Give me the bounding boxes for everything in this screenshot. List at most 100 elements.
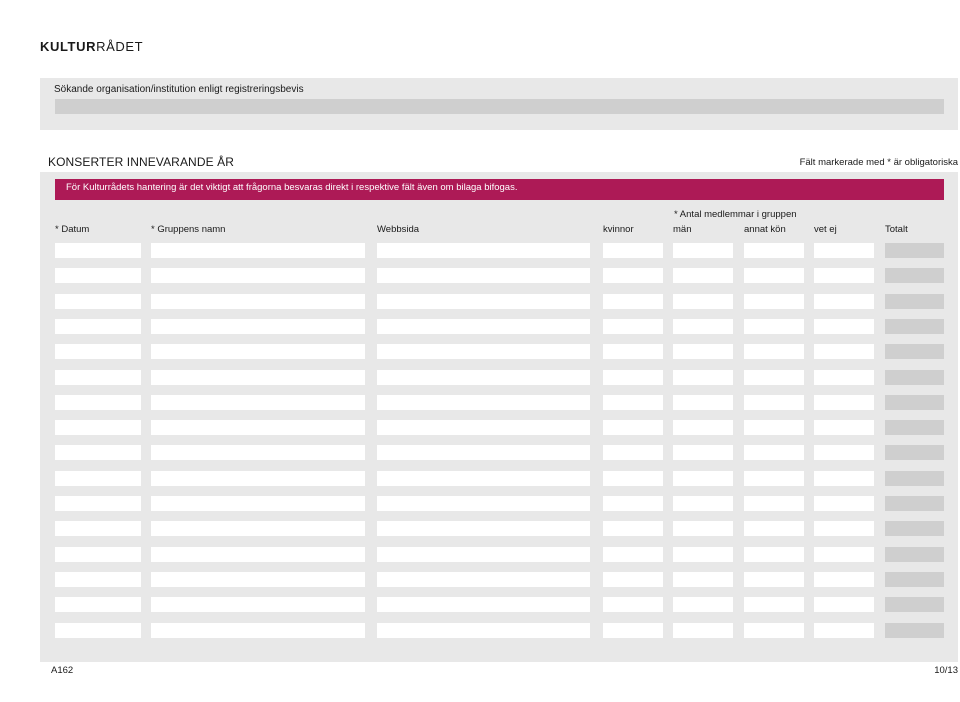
webbsida-field[interactable] bbox=[377, 597, 590, 612]
datum-field[interactable] bbox=[55, 243, 141, 258]
man-field[interactable] bbox=[673, 268, 733, 283]
man-field[interactable] bbox=[673, 547, 733, 562]
annat-kon-field[interactable] bbox=[744, 623, 804, 638]
vet-ej-field[interactable] bbox=[814, 597, 874, 612]
kvinnor-field[interactable] bbox=[603, 572, 663, 587]
kvinnor-field[interactable] bbox=[603, 521, 663, 536]
gruppens-namn-field[interactable] bbox=[151, 445, 365, 460]
gruppens-namn-field[interactable] bbox=[151, 572, 365, 587]
kvinnor-field[interactable] bbox=[603, 243, 663, 258]
vet-ej-field[interactable] bbox=[814, 471, 874, 486]
man-field[interactable] bbox=[673, 395, 733, 410]
gruppens-namn-field[interactable] bbox=[151, 395, 365, 410]
vet-ej-field[interactable] bbox=[814, 420, 874, 435]
datum-field[interactable] bbox=[55, 344, 141, 359]
man-field[interactable] bbox=[673, 243, 733, 258]
man-field[interactable] bbox=[673, 623, 733, 638]
gruppens-namn-field[interactable] bbox=[151, 496, 365, 511]
gruppens-namn-field[interactable] bbox=[151, 243, 365, 258]
datum-field[interactable] bbox=[55, 496, 141, 511]
kvinnor-field[interactable] bbox=[603, 597, 663, 612]
webbsida-field[interactable] bbox=[377, 445, 590, 460]
vet-ej-field[interactable] bbox=[814, 344, 874, 359]
kvinnor-field[interactable] bbox=[603, 547, 663, 562]
vet-ej-field[interactable] bbox=[814, 547, 874, 562]
webbsida-field[interactable] bbox=[377, 496, 590, 511]
vet-ej-field[interactable] bbox=[814, 319, 874, 334]
vet-ej-field[interactable] bbox=[814, 370, 874, 385]
datum-field[interactable] bbox=[55, 294, 141, 309]
kvinnor-field[interactable] bbox=[603, 319, 663, 334]
gruppens-namn-field[interactable] bbox=[151, 344, 365, 359]
webbsida-field[interactable] bbox=[377, 395, 590, 410]
webbsida-field[interactable] bbox=[377, 319, 590, 334]
annat-kon-field[interactable] bbox=[744, 294, 804, 309]
datum-field[interactable] bbox=[55, 319, 141, 334]
man-field[interactable] bbox=[673, 496, 733, 511]
gruppens-namn-field[interactable] bbox=[151, 319, 365, 334]
kvinnor-field[interactable] bbox=[603, 344, 663, 359]
datum-field[interactable] bbox=[55, 445, 141, 460]
annat-kon-field[interactable] bbox=[744, 319, 804, 334]
webbsida-field[interactable] bbox=[377, 344, 590, 359]
vet-ej-field[interactable] bbox=[814, 623, 874, 638]
annat-kon-field[interactable] bbox=[744, 496, 804, 511]
kvinnor-field[interactable] bbox=[603, 471, 663, 486]
annat-kon-field[interactable] bbox=[744, 445, 804, 460]
annat-kon-field[interactable] bbox=[744, 420, 804, 435]
datum-field[interactable] bbox=[55, 547, 141, 562]
man-field[interactable] bbox=[673, 294, 733, 309]
webbsida-field[interactable] bbox=[377, 547, 590, 562]
gruppens-namn-field[interactable] bbox=[151, 597, 365, 612]
gruppens-namn-field[interactable] bbox=[151, 294, 365, 309]
kvinnor-field[interactable] bbox=[603, 268, 663, 283]
annat-kon-field[interactable] bbox=[744, 572, 804, 587]
annat-kon-field[interactable] bbox=[744, 344, 804, 359]
gruppens-namn-field[interactable] bbox=[151, 547, 365, 562]
organisation-field[interactable] bbox=[55, 99, 944, 114]
vet-ej-field[interactable] bbox=[814, 268, 874, 283]
annat-kon-field[interactable] bbox=[744, 521, 804, 536]
datum-field[interactable] bbox=[55, 471, 141, 486]
gruppens-namn-field[interactable] bbox=[151, 521, 365, 536]
kvinnor-field[interactable] bbox=[603, 496, 663, 511]
webbsida-field[interactable] bbox=[377, 370, 590, 385]
webbsida-field[interactable] bbox=[377, 471, 590, 486]
datum-field[interactable] bbox=[55, 597, 141, 612]
man-field[interactable] bbox=[673, 344, 733, 359]
gruppens-namn-field[interactable] bbox=[151, 268, 365, 283]
annat-kon-field[interactable] bbox=[744, 243, 804, 258]
webbsida-field[interactable] bbox=[377, 294, 590, 309]
datum-field[interactable] bbox=[55, 521, 141, 536]
kvinnor-field[interactable] bbox=[603, 370, 663, 385]
webbsida-field[interactable] bbox=[377, 521, 590, 536]
annat-kon-field[interactable] bbox=[744, 268, 804, 283]
webbsida-field[interactable] bbox=[377, 268, 590, 283]
annat-kon-field[interactable] bbox=[744, 471, 804, 486]
annat-kon-field[interactable] bbox=[744, 370, 804, 385]
datum-field[interactable] bbox=[55, 395, 141, 410]
annat-kon-field[interactable] bbox=[744, 597, 804, 612]
man-field[interactable] bbox=[673, 521, 733, 536]
man-field[interactable] bbox=[673, 572, 733, 587]
vet-ej-field[interactable] bbox=[814, 521, 874, 536]
annat-kon-field[interactable] bbox=[744, 395, 804, 410]
vet-ej-field[interactable] bbox=[814, 294, 874, 309]
datum-field[interactable] bbox=[55, 623, 141, 638]
webbsida-field[interactable] bbox=[377, 243, 590, 258]
webbsida-field[interactable] bbox=[377, 420, 590, 435]
man-field[interactable] bbox=[673, 370, 733, 385]
man-field[interactable] bbox=[673, 319, 733, 334]
man-field[interactable] bbox=[673, 597, 733, 612]
annat-kon-field[interactable] bbox=[744, 547, 804, 562]
webbsida-field[interactable] bbox=[377, 572, 590, 587]
kvinnor-field[interactable] bbox=[603, 445, 663, 460]
datum-field[interactable] bbox=[55, 572, 141, 587]
vet-ej-field[interactable] bbox=[814, 496, 874, 511]
kvinnor-field[interactable] bbox=[603, 395, 663, 410]
man-field[interactable] bbox=[673, 471, 733, 486]
man-field[interactable] bbox=[673, 420, 733, 435]
kvinnor-field[interactable] bbox=[603, 294, 663, 309]
webbsida-field[interactable] bbox=[377, 623, 590, 638]
datum-field[interactable] bbox=[55, 268, 141, 283]
